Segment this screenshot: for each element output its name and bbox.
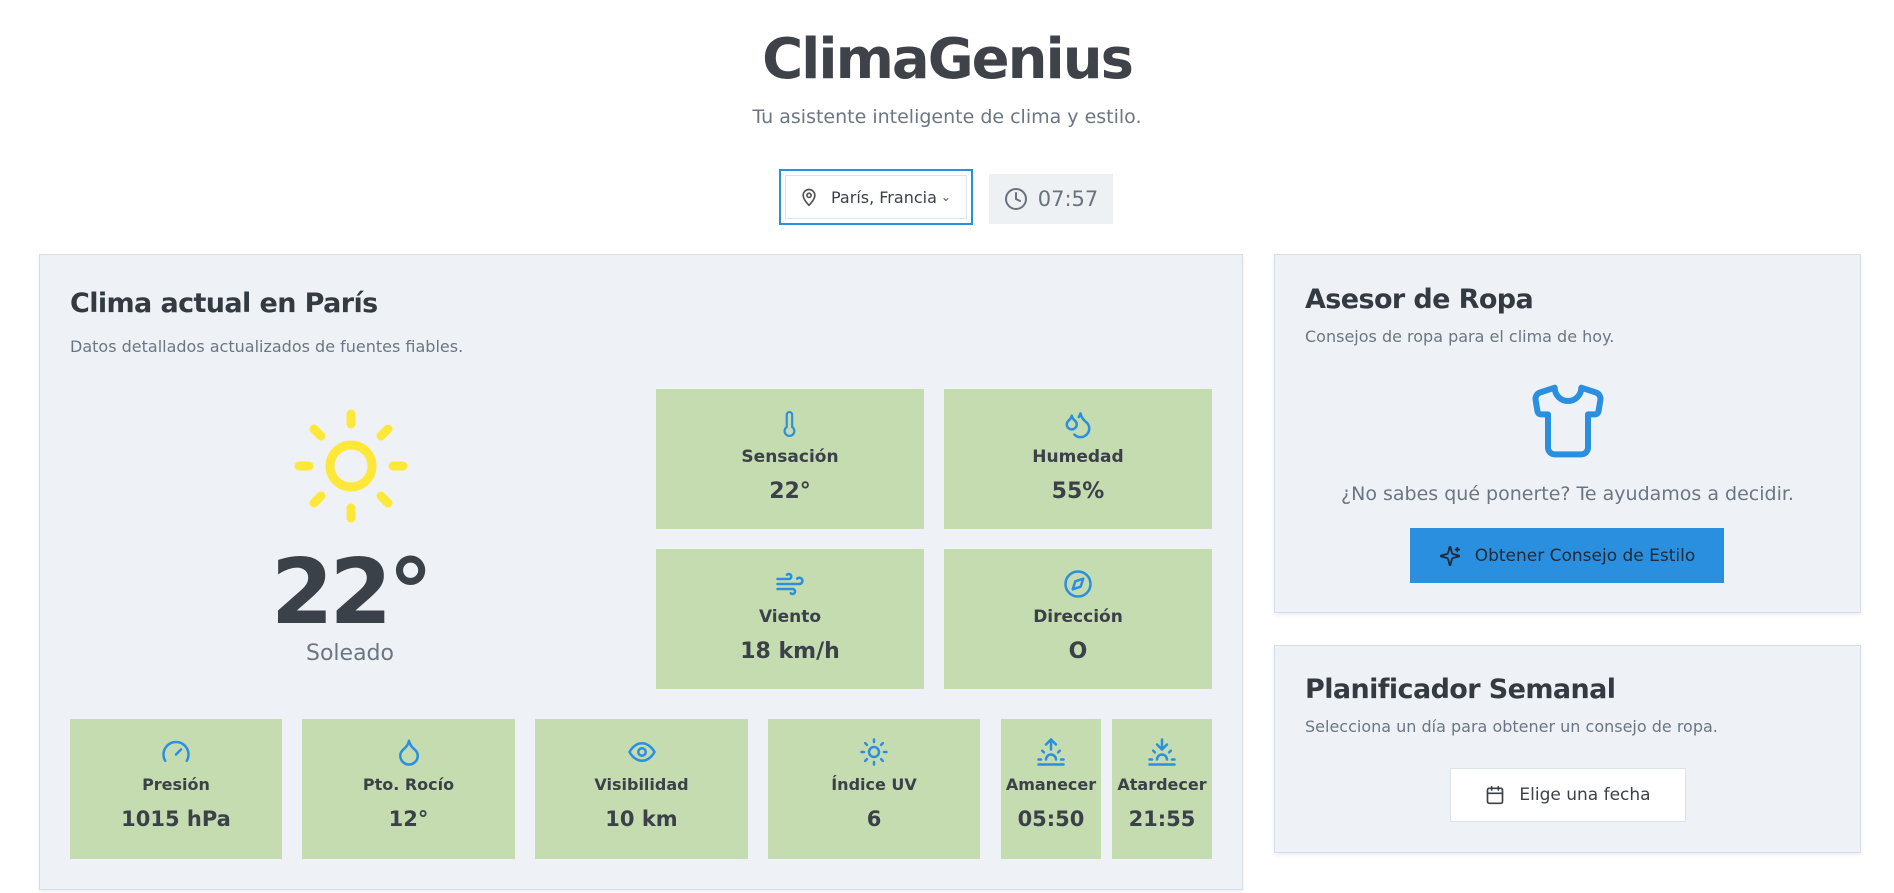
detail-label: Índice UV <box>831 775 917 794</box>
detail-pressure: Presión 1015 hPa <box>70 719 282 859</box>
map-pin-icon <box>802 188 816 207</box>
planner-description: Selecciona un día para obtener un consej… <box>1305 717 1718 736</box>
app-title: ClimaGenius <box>762 27 1134 92</box>
compass-icon <box>1064 570 1092 598</box>
detail-sunset: Atardecer 21:55 <box>1112 719 1212 859</box>
metric-wind: Viento 18 km/h <box>656 549 924 689</box>
current-weather-title: Clima actual en París <box>70 288 378 319</box>
metric-label: Viento <box>758 607 822 627</box>
clock-icon <box>1004 188 1027 210</box>
droplet-icon <box>398 739 419 766</box>
current-temperature: 22° <box>270 540 433 645</box>
metric-label: Humedad <box>1032 447 1124 467</box>
detail-visibility: Visibilidad 10 km <box>535 719 748 859</box>
shirt-icon <box>1532 384 1604 458</box>
app-subtitle: Tu asistente inteligente de clima y esti… <box>752 106 1142 128</box>
metric-value: O <box>1068 639 1088 664</box>
wind-icon <box>776 572 804 596</box>
style-question: ¿No sabes qué ponerte? Te ayudamos a dec… <box>1341 483 1794 505</box>
metric-value: 55% <box>1051 479 1105 504</box>
location-select[interactable]: París, Francia ⌄ <box>779 169 973 225</box>
detail-label: Visibilidad <box>594 775 689 794</box>
current-weather-description: Datos detallados actualizados de fuentes… <box>70 337 464 356</box>
time-display: 07:57 <box>989 174 1113 224</box>
metric-value: 18 km/h <box>740 639 840 664</box>
detail-uv-index: Índice UV 6 <box>768 719 980 859</box>
sunrise-icon <box>1037 738 1065 766</box>
metric-label: Sensación <box>741 447 839 467</box>
sunset-icon <box>1148 738 1176 766</box>
droplets-icon <box>1065 412 1091 439</box>
calendar-icon <box>1487 785 1504 805</box>
style-advisor-title: Asesor de Ropa <box>1305 284 1534 315</box>
metric-label: Dirección <box>1033 607 1123 627</box>
metric-direction: Dirección O <box>944 549 1212 689</box>
detail-value: 21:55 <box>1128 807 1196 831</box>
detail-label: Presión <box>142 775 210 794</box>
style-advisor-description: Consejos de ropa para el clima de hoy. <box>1305 327 1615 346</box>
detail-label: Amanecer <box>1005 775 1097 794</box>
detail-label: Pto. Rocío <box>362 775 455 794</box>
detail-sunrise: Amanecer 05:50 <box>1001 719 1101 859</box>
detail-value: 1015 hPa <box>121 807 231 831</box>
uv-sun-icon <box>860 738 888 766</box>
metric-value: 22° <box>769 479 811 504</box>
thermometer-icon <box>783 411 796 437</box>
button-label: Elige una fecha <box>1519 785 1651 805</box>
location-label: París, Francia <box>831 187 937 207</box>
sparkles-icon <box>1439 545 1460 566</box>
eye-icon <box>627 741 656 763</box>
metric-humidity: Humedad 55% <box>944 389 1212 529</box>
button-label: Obtener Consejo de Estilo <box>1474 545 1696 566</box>
detail-value: 05:50 <box>1017 807 1085 831</box>
weekly-planner-card: Planificador Semanal Selecciona un día p… <box>1274 645 1861 853</box>
detail-value: 10 km <box>605 807 678 831</box>
get-style-advice-button[interactable]: Obtener Consejo de Estilo <box>1410 528 1724 583</box>
detail-dew-point: Pto. Rocío 12° <box>302 719 515 859</box>
metric-feels-like: Sensación 22° <box>656 389 924 529</box>
time-value: 07:57 <box>1037 187 1099 211</box>
pick-date-button[interactable]: Elige una fecha <box>1450 768 1686 822</box>
detail-value: 6 <box>866 807 882 831</box>
sun-icon <box>294 409 408 523</box>
planner-title: Planificador Semanal <box>1305 674 1616 705</box>
detail-label: Atardecer <box>1117 775 1207 794</box>
style-advisor-card: Asesor de Ropa Consejos de ropa para el … <box>1274 254 1861 613</box>
weather-condition: Soleado <box>306 641 394 666</box>
current-weather-card: Clima actual en París Datos detallados a… <box>39 254 1243 890</box>
chevron-down-icon: ⌄ <box>940 190 951 204</box>
gauge-icon <box>162 740 190 762</box>
detail-value: 12° <box>388 807 429 831</box>
